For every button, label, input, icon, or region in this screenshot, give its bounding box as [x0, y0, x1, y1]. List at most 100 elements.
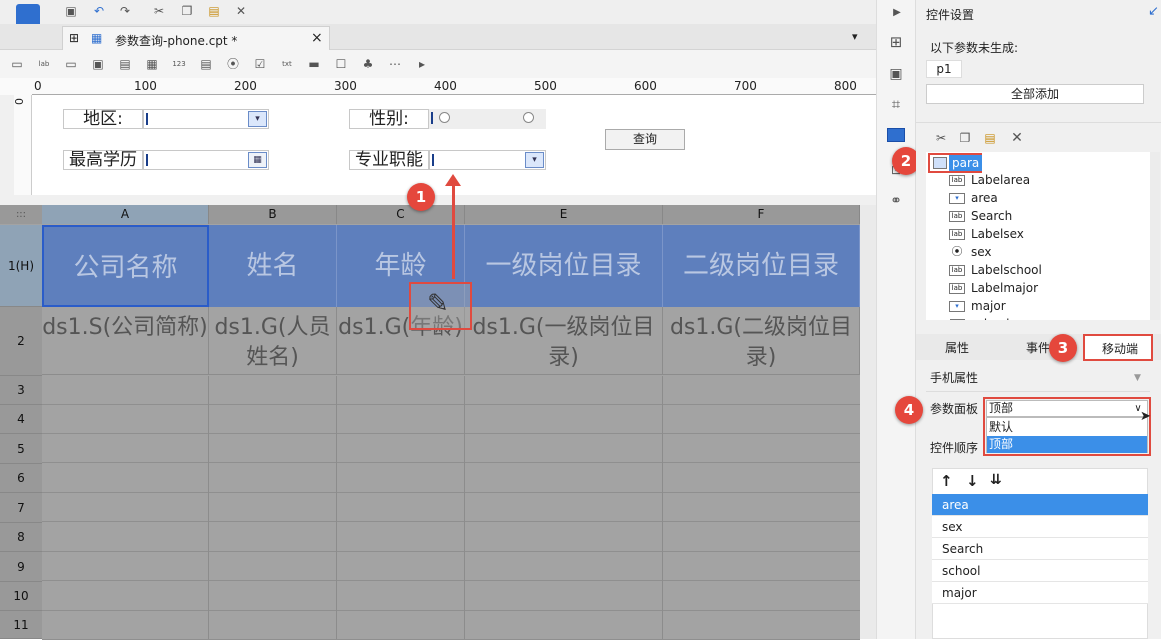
- move-bottom-icon[interactable]: ⇊: [990, 472, 1002, 488]
- hyperlink-icon[interactable]: ⚭: [889, 194, 903, 208]
- row-header[interactable]: 10: [0, 582, 42, 611]
- cut-icon[interactable]: ✂: [934, 131, 948, 145]
- textarea-widget-icon[interactable]: ▤: [199, 57, 213, 71]
- pagination-widget-icon[interactable]: ⋯: [388, 57, 402, 71]
- tree-item[interactable]: lab Labelschool: [949, 261, 1042, 279]
- tree-item[interactable]: lab Labelarea: [949, 171, 1030, 189]
- school-date-field[interactable]: ▦: [143, 150, 269, 170]
- collapse-icon[interactable]: ▼: [1134, 373, 1141, 383]
- copy-icon[interactable]: ❐: [180, 4, 194, 18]
- vertical-scrollbar[interactable]: [860, 205, 876, 639]
- tree-item[interactable]: ▾ area: [949, 189, 998, 207]
- tree-item[interactable]: lab Labelmajor: [949, 279, 1038, 297]
- data-cell[interactable]: ds1.S(公司简称): [42, 307, 209, 375]
- label-widget-icon[interactable]: lab: [37, 57, 51, 71]
- save-icon[interactable]: ▣: [64, 4, 78, 18]
- pencil-icon[interactable]: ✎: [427, 289, 449, 319]
- cell-element-icon[interactable]: ▣: [889, 67, 903, 81]
- tree-scrollbar[interactable]: [1150, 152, 1160, 320]
- date-widget-icon[interactable]: ▤: [118, 57, 132, 71]
- tree-widget-icon[interactable]: ♣: [361, 57, 375, 71]
- add-all-button[interactable]: 全部添加: [926, 84, 1144, 104]
- tree-item[interactable]: ▾school: [950, 315, 1009, 320]
- order-item[interactable]: sex: [932, 516, 1148, 538]
- move-down-icon[interactable]: ↓: [966, 472, 979, 490]
- calendar-icon[interactable]: ▦: [248, 152, 267, 168]
- cell-attribute-icon[interactable]: ⊞: [889, 35, 903, 50]
- tree-item[interactable]: ⦿ sex: [950, 243, 992, 261]
- order-item[interactable]: major: [932, 582, 1148, 604]
- tab-mobile[interactable]: 移动端: [1083, 334, 1153, 361]
- cut-icon[interactable]: ✂: [152, 4, 166, 18]
- row-header[interactable]: 7: [0, 493, 42, 523]
- copy-icon[interactable]: ❐: [958, 131, 972, 145]
- redo-icon[interactable]: ↷: [118, 4, 132, 18]
- row-header[interactable]: 2: [0, 307, 42, 376]
- delete-icon[interactable]: ✕: [1010, 131, 1024, 145]
- more-widgets-icon[interactable]: ▸: [415, 57, 429, 71]
- label-sex[interactable]: 性别:: [349, 109, 429, 129]
- query-button[interactable]: 查询: [605, 129, 685, 150]
- column-header-c[interactable]: C: [337, 205, 465, 224]
- order-item[interactable]: school: [932, 560, 1148, 582]
- row-header[interactable]: 6: [0, 464, 42, 493]
- header-cell[interactable]: 姓名: [209, 225, 337, 307]
- column-header-f[interactable]: F: [663, 205, 860, 224]
- row-header[interactable]: 4: [0, 405, 42, 434]
- column-header-b[interactable]: B: [209, 205, 337, 224]
- major-combobox[interactable]: ▾: [429, 150, 546, 170]
- radio-group-widget-icon[interactable]: ⦿: [226, 57, 240, 71]
- param-chip[interactable]: p1: [926, 60, 962, 78]
- order-item-selected[interactable]: area: [932, 494, 1148, 516]
- header-cell[interactable]: 公司名称: [42, 225, 209, 307]
- tab-events[interactable]: 事件: [1026, 339, 1050, 356]
- pin-icon[interactable]: ↙: [1148, 4, 1159, 19]
- row-header[interactable]: 11: [0, 611, 42, 639]
- crop-icon[interactable]: ⌗: [889, 97, 903, 112]
- tab-properties[interactable]: 属性: [945, 339, 969, 356]
- header-cell[interactable]: 二级岗位目录: [663, 225, 860, 307]
- combo-widget-icon[interactable]: ▣: [91, 57, 105, 71]
- row-header[interactable]: 3: [0, 376, 42, 405]
- paste-icon[interactable]: ▤: [983, 131, 997, 145]
- tree-item[interactable]: ▾ major: [949, 297, 1006, 315]
- column-header-a[interactable]: A: [42, 205, 209, 224]
- data-cell[interactable]: ds1.G(人员姓名): [209, 307, 337, 375]
- tree-item[interactable]: lab Labelsex: [949, 225, 1024, 243]
- label-school[interactable]: 最高学历: [63, 150, 143, 170]
- checkbox-group-widget-icon[interactable]: ☑: [253, 57, 267, 71]
- undo-icon[interactable]: ↶: [92, 4, 106, 18]
- tab-report[interactable]: ⊞ ▦ 参数查询-phone.cpt * ×: [62, 26, 330, 50]
- collapse-arrow-icon[interactable]: ▶: [890, 6, 904, 20]
- row-header[interactable]: 9: [0, 552, 42, 582]
- row-header[interactable]: 1(H): [0, 225, 42, 307]
- radio-icon[interactable]: [439, 112, 450, 123]
- tree-item[interactable]: lab Search: [949, 207, 1012, 225]
- header-cell[interactable]: 一级岗位目录: [465, 225, 663, 307]
- move-up-icon[interactable]: ↑: [940, 472, 953, 490]
- area-combobox[interactable]: ▾: [143, 109, 269, 129]
- dropdown-icon[interactable]: ▾: [525, 152, 544, 168]
- sex-radio-group[interactable]: [429, 109, 546, 129]
- paste-icon[interactable]: ▤: [207, 4, 221, 18]
- tree-root-para[interactable]: para: [949, 155, 983, 171]
- row-header[interactable]: 8: [0, 523, 42, 552]
- dropdown-icon[interactable]: ▾: [248, 111, 267, 127]
- number-widget-icon[interactable]: 123: [172, 57, 186, 71]
- checkbox-widget-icon[interactable]: ☐: [334, 57, 348, 71]
- row-header[interactable]: 5: [0, 434, 42, 464]
- tab-close-icon[interactable]: ×: [311, 30, 323, 46]
- label-major[interactable]: 专业职能: [349, 150, 429, 170]
- widget-settings-icon[interactable]: [887, 128, 905, 142]
- button-widget-icon[interactable]: ▭: [64, 57, 78, 71]
- tab-menu-icon[interactable]: ▾: [852, 30, 858, 43]
- radio-icon[interactable]: [523, 112, 534, 123]
- password-widget-icon[interactable]: ▬: [307, 57, 321, 71]
- order-item[interactable]: Search: [932, 538, 1148, 560]
- data-cell[interactable]: ds1.G(一级岗位目录): [465, 307, 663, 375]
- column-header-e[interactable]: E: [465, 205, 663, 224]
- sheet-corner[interactable]: :::: [0, 205, 42, 224]
- text-widget-icon[interactable]: txt: [280, 57, 294, 71]
- grid-widget-icon[interactable]: ▦: [145, 57, 159, 71]
- delete-icon[interactable]: ✕: [234, 4, 248, 18]
